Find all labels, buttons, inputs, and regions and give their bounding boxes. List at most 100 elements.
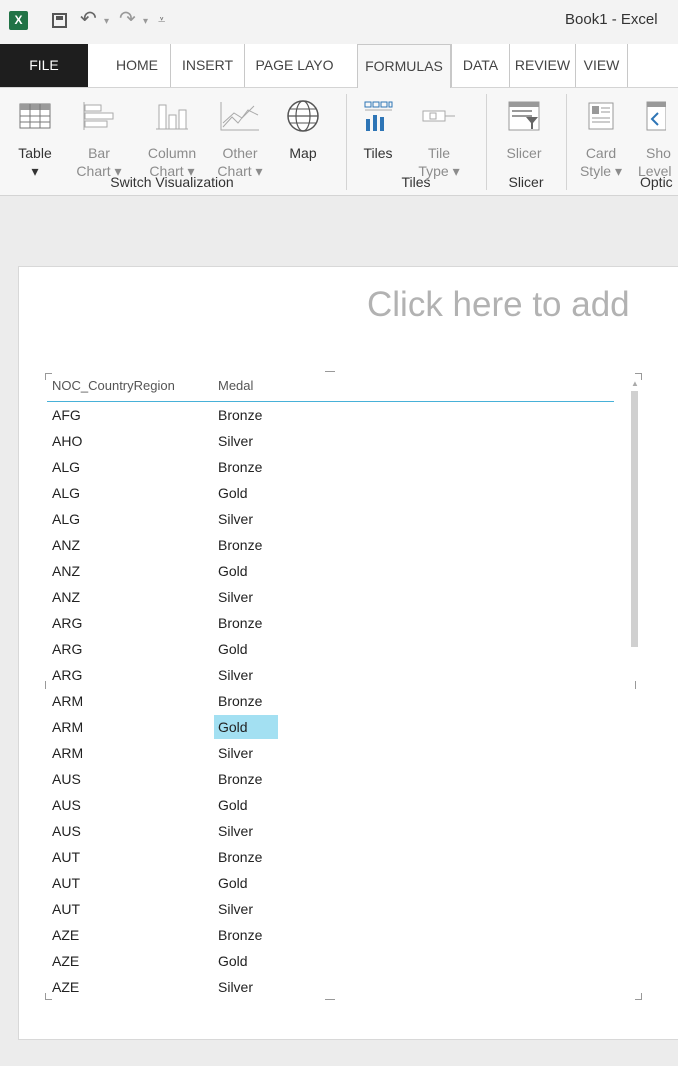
- tab-data[interactable]: DATA: [451, 44, 509, 87]
- column-header-medal[interactable]: Medal: [218, 378, 253, 393]
- tab-overflow[interactable]: [627, 44, 678, 87]
- cell-country[interactable]: ARM: [52, 718, 83, 736]
- tab-file[interactable]: FILE: [0, 44, 88, 87]
- undo-icon[interactable]: ↶: [80, 6, 97, 31]
- cell-medal[interactable]: Bronze: [214, 848, 268, 866]
- tab-formulas[interactable]: FORMULAS: [357, 44, 451, 88]
- tab-page-layout[interactable]: PAGE LAYO: [244, 44, 344, 87]
- cell-medal[interactable]: Gold: [214, 715, 278, 739]
- cell-medal[interactable]: Bronze: [214, 536, 268, 554]
- tiles-button[interactable]: Tiles: [358, 88, 398, 162]
- table-row[interactable]: ARG Silver: [47, 662, 607, 688]
- table-button[interactable]: Table ▾: [14, 88, 56, 180]
- cell-country[interactable]: ARG: [52, 614, 82, 632]
- cell-medal[interactable]: Silver: [214, 822, 259, 840]
- cell-medal[interactable]: Bronze: [214, 458, 268, 476]
- bar-chart-button[interactable]: Bar Chart ▾: [72, 88, 126, 180]
- resize-handle[interactable]: [635, 993, 642, 1000]
- cell-medal[interactable]: Gold: [214, 562, 254, 580]
- title-placeholder[interactable]: Click here to add: [367, 285, 630, 325]
- table-row[interactable]: AUS Silver: [47, 818, 607, 844]
- cell-medal[interactable]: Silver: [214, 588, 259, 606]
- table-row[interactable]: AUT Silver: [47, 896, 607, 922]
- table-row[interactable]: ARM Silver: [47, 740, 607, 766]
- cell-country[interactable]: ANZ: [52, 588, 80, 606]
- cell-medal[interactable]: Silver: [214, 978, 259, 996]
- tab-review[interactable]: REVIEW: [509, 44, 575, 87]
- cell-medal[interactable]: Gold: [214, 952, 254, 970]
- cell-country[interactable]: ANZ: [52, 562, 80, 580]
- redo-icon[interactable]: ↷: [119, 6, 136, 31]
- table-row[interactable]: ARG Gold: [47, 636, 607, 662]
- tab-home[interactable]: HOME: [104, 44, 170, 87]
- cell-country[interactable]: AUS: [52, 796, 81, 814]
- table-row[interactable]: AZE Gold: [47, 948, 607, 974]
- resize-handle[interactable]: [635, 681, 636, 689]
- cell-medal[interactable]: Silver: [214, 744, 259, 762]
- table-row[interactable]: AUT Gold: [47, 870, 607, 896]
- cell-medal[interactable]: Silver: [214, 432, 259, 450]
- cell-country[interactable]: AUT: [52, 874, 80, 892]
- cell-country[interactable]: AFG: [52, 406, 81, 424]
- table-row[interactable]: AZE Silver: [47, 974, 607, 1000]
- table-row[interactable]: ANZ Silver: [47, 584, 607, 610]
- table-row[interactable]: ANZ Gold: [47, 558, 607, 584]
- table-row[interactable]: AZE Bronze: [47, 922, 607, 948]
- cell-country[interactable]: ALG: [52, 484, 80, 502]
- cell-medal[interactable]: Silver: [214, 900, 259, 918]
- table-visualization[interactable]: NOC_CountryRegion Medal ▲ AFG Bronze AHO Si…: [45, 363, 642, 1003]
- table-row[interactable]: AUT Bronze: [47, 844, 607, 870]
- cell-country[interactable]: ARM: [52, 692, 83, 710]
- table-row[interactable]: ALG Bronze: [47, 454, 607, 480]
- redo-dropdown-icon[interactable]: ▾: [143, 16, 148, 27]
- excel-icon[interactable]: X: [9, 11, 28, 30]
- cell-country[interactable]: ARG: [52, 640, 82, 658]
- column-header-noc[interactable]: NOC_CountryRegion: [52, 378, 175, 393]
- table-row[interactable]: ALG Gold: [47, 480, 607, 506]
- tile-type-button[interactable]: Tile Type ▾: [414, 88, 464, 180]
- table-row[interactable]: ARM Gold: [47, 714, 607, 740]
- table-row[interactable]: ALG Silver: [47, 506, 607, 532]
- show-levels-button[interactable]: Sho Level: [634, 88, 678, 180]
- table-row[interactable]: AHO Silver: [47, 428, 607, 454]
- cell-country[interactable]: AZE: [52, 926, 79, 944]
- table-row[interactable]: ANZ Bronze: [47, 532, 607, 558]
- cell-medal[interactable]: Bronze: [214, 770, 268, 788]
- other-chart-button[interactable]: Other Chart ▾: [214, 88, 266, 180]
- cell-medal[interactable]: Gold: [214, 640, 254, 658]
- cell-country[interactable]: ANZ: [52, 536, 80, 554]
- cell-medal[interactable]: Bronze: [214, 614, 268, 632]
- cell-medal[interactable]: Bronze: [214, 692, 268, 710]
- cell-country[interactable]: AUS: [52, 770, 81, 788]
- cell-country[interactable]: AZE: [52, 952, 79, 970]
- cell-country[interactable]: ALG: [52, 510, 80, 528]
- undo-dropdown-icon[interactable]: ▾: [104, 16, 109, 27]
- cell-country[interactable]: AUS: [52, 822, 81, 840]
- power-view-sheet[interactable]: Click here to add NOC_CountryRegion Meda…: [18, 266, 678, 1040]
- map-button[interactable]: Map: [282, 88, 324, 162]
- save-icon[interactable]: [52, 13, 67, 28]
- vertical-scrollbar[interactable]: [631, 391, 638, 647]
- cell-country[interactable]: ARG: [52, 666, 82, 684]
- cell-medal[interactable]: Silver: [214, 666, 259, 684]
- column-chart-button[interactable]: Column Chart ▾: [140, 88, 204, 180]
- resize-handle[interactable]: [45, 681, 46, 689]
- cell-country[interactable]: AUT: [52, 900, 80, 918]
- cell-medal[interactable]: Silver: [214, 510, 259, 528]
- cell-country[interactable]: AUT: [52, 848, 80, 866]
- cell-medal[interactable]: Bronze: [214, 406, 268, 424]
- cell-medal[interactable]: Gold: [214, 874, 254, 892]
- table-row[interactable]: ARM Bronze: [47, 688, 607, 714]
- cell-country[interactable]: ARM: [52, 744, 83, 762]
- cell-country[interactable]: AZE: [52, 978, 79, 996]
- tab-insert[interactable]: INSERT: [170, 44, 244, 87]
- cell-medal[interactable]: Gold: [214, 484, 254, 502]
- cell-country[interactable]: ALG: [52, 458, 80, 476]
- cell-medal[interactable]: Gold: [214, 796, 254, 814]
- table-row[interactable]: AUS Gold: [47, 792, 607, 818]
- customize-qat-icon[interactable]: ⩡: [158, 12, 165, 28]
- table-row[interactable]: AFG Bronze: [47, 402, 607, 428]
- slicer-button[interactable]: Slicer: [494, 88, 554, 162]
- cell-medal[interactable]: Bronze: [214, 926, 268, 944]
- table-row[interactable]: ARG Bronze: [47, 610, 607, 636]
